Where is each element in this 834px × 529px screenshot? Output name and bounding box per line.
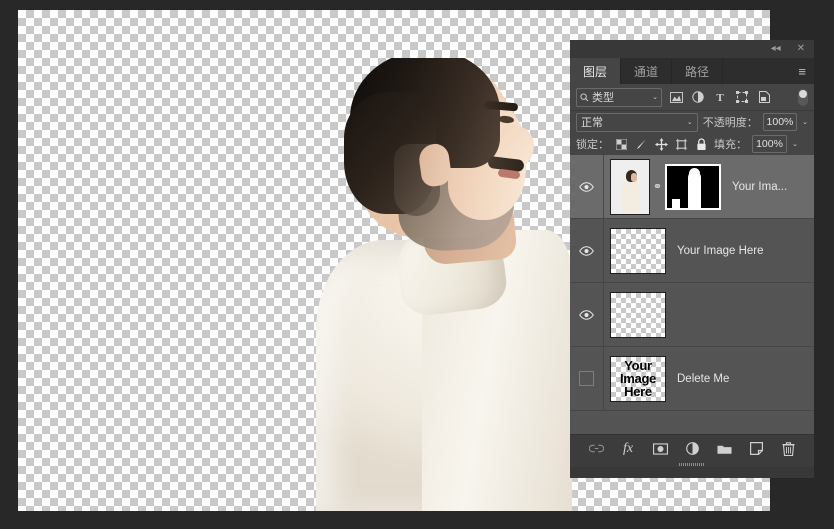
magnifier-icon [580, 93, 589, 102]
layer-style-fx-icon[interactable]: fx [620, 440, 637, 457]
smart-object-filter-icon[interactable] [756, 89, 772, 105]
link-layers-icon[interactable] [588, 440, 605, 457]
fill-stepper-icon[interactable]: ⌄ [792, 140, 798, 148]
thumbnail-text-line-3: Here [624, 385, 652, 398]
opacity-label: 不透明度： [703, 114, 758, 130]
layer-name[interactable]: Your Ima... [732, 181, 787, 193]
shape-layer-filter-icon[interactable] [734, 89, 750, 105]
layer-filter-row: 类型 ⌄ T [570, 84, 814, 111]
lock-row: 锁定： [570, 133, 814, 155]
layer-mask-link-icon[interactable]: ⚭ [651, 180, 664, 193]
panel-resize-grip[interactable] [570, 462, 814, 467]
blend-mode-value: 正常 [581, 114, 687, 130]
tab-paths[interactable]: 路径 [672, 58, 723, 84]
blend-mode-select[interactable]: 正常 ⌄ [576, 113, 698, 132]
layer-visibility-toggle[interactable] [570, 155, 604, 218]
panel-tab-bar: 图层 通道 路径 ≡ [570, 58, 814, 84]
layer-list[interactable]: ⚭ Your Ima... Your Image Here [570, 155, 814, 434]
chevron-down-icon: ⌄ [652, 93, 658, 101]
new-group-icon[interactable] [716, 440, 733, 457]
lock-label: 锁定： [576, 136, 609, 152]
layer-visibility-toggle[interactable] [570, 347, 604, 410]
table-row[interactable]: Your Image Here [570, 219, 814, 283]
tab-layers[interactable]: 图层 [570, 58, 621, 84]
thumbnail-text-line-1: Your [624, 359, 651, 372]
table-row[interactable] [570, 283, 814, 347]
layer-mask-thumbnail[interactable] [665, 164, 721, 210]
new-layer-icon[interactable] [748, 440, 765, 457]
close-icon[interactable]: ✕ [797, 44, 805, 54]
layer-name[interactable]: Delete Me [677, 373, 729, 385]
opacity-input[interactable]: 100% [763, 113, 797, 131]
grip-bars-icon[interactable] [679, 463, 705, 466]
layer-thumbnail[interactable] [610, 228, 666, 274]
opacity-stepper-icon[interactable]: ⌄ [802, 118, 808, 126]
canvas-artwork-person [302, 58, 574, 511]
lock-image-pixels-icon[interactable] [634, 137, 649, 152]
layers-panel: ◂◂ ✕ 图层 通道 路径 ≡ 类型 ⌄ [570, 40, 814, 478]
adjustment-layer-filter-icon[interactable] [690, 89, 706, 105]
filter-type-select[interactable]: 类型 ⌄ [576, 88, 662, 107]
pixel-layer-filter-icon[interactable] [668, 89, 684, 105]
visibility-off-checkbox[interactable] [579, 371, 594, 386]
filter-type-label: 类型 [592, 89, 649, 105]
chevron-down-icon: ⌄ [687, 118, 693, 126]
thumbnail-text-line-2: Image [620, 372, 656, 385]
eye-icon [579, 246, 594, 256]
fill-label: 填充： [714, 136, 747, 152]
lock-position-icon[interactable] [654, 137, 669, 152]
thumbnail-text: Your Image Here [611, 357, 665, 401]
collapse-icon[interactable]: ◂◂ [771, 44, 781, 54]
tab-channels[interactable]: 通道 [621, 58, 672, 84]
type-layer-filter-icon[interactable]: T [712, 89, 728, 105]
layer-visibility-toggle[interactable] [570, 283, 604, 346]
layer-thumbnail[interactable] [610, 159, 650, 215]
layer-thumbnail[interactable] [610, 292, 666, 338]
layers-panel-footer: fx [570, 434, 814, 462]
lock-all-icon[interactable] [694, 137, 709, 152]
eye-icon [579, 310, 594, 320]
eye-icon [579, 182, 594, 192]
lock-artboard-nesting-icon[interactable] [674, 137, 689, 152]
add-layer-mask-icon[interactable] [652, 440, 669, 457]
new-adjustment-layer-icon[interactable] [684, 440, 701, 457]
panel-titlebar: ◂◂ ✕ [570, 40, 814, 58]
layer-name[interactable]: Your Image Here [677, 245, 764, 257]
delete-layer-icon[interactable] [780, 440, 797, 457]
blend-mode-row: 正常 ⌄ 不透明度： 100% ⌄ [570, 111, 814, 133]
thumbnail-person [622, 170, 640, 215]
filter-enable-toggle[interactable] [798, 89, 808, 106]
table-row[interactable]: ⚭ Your Ima... [570, 155, 814, 219]
panel-menu-icon[interactable]: ≡ [798, 58, 806, 84]
photoshop-window: ◂◂ ✕ 图层 通道 路径 ≡ 类型 ⌄ [0, 0, 834, 529]
layer-thumbnail[interactable]: Your Image Here [610, 356, 666, 402]
svg-text:T: T [716, 92, 724, 103]
fill-input[interactable]: 100% [752, 135, 787, 153]
table-row[interactable]: Your Image Here Delete Me [570, 347, 814, 411]
layer-visibility-toggle[interactable] [570, 219, 604, 282]
lock-transparent-pixels-icon[interactable] [614, 137, 629, 152]
